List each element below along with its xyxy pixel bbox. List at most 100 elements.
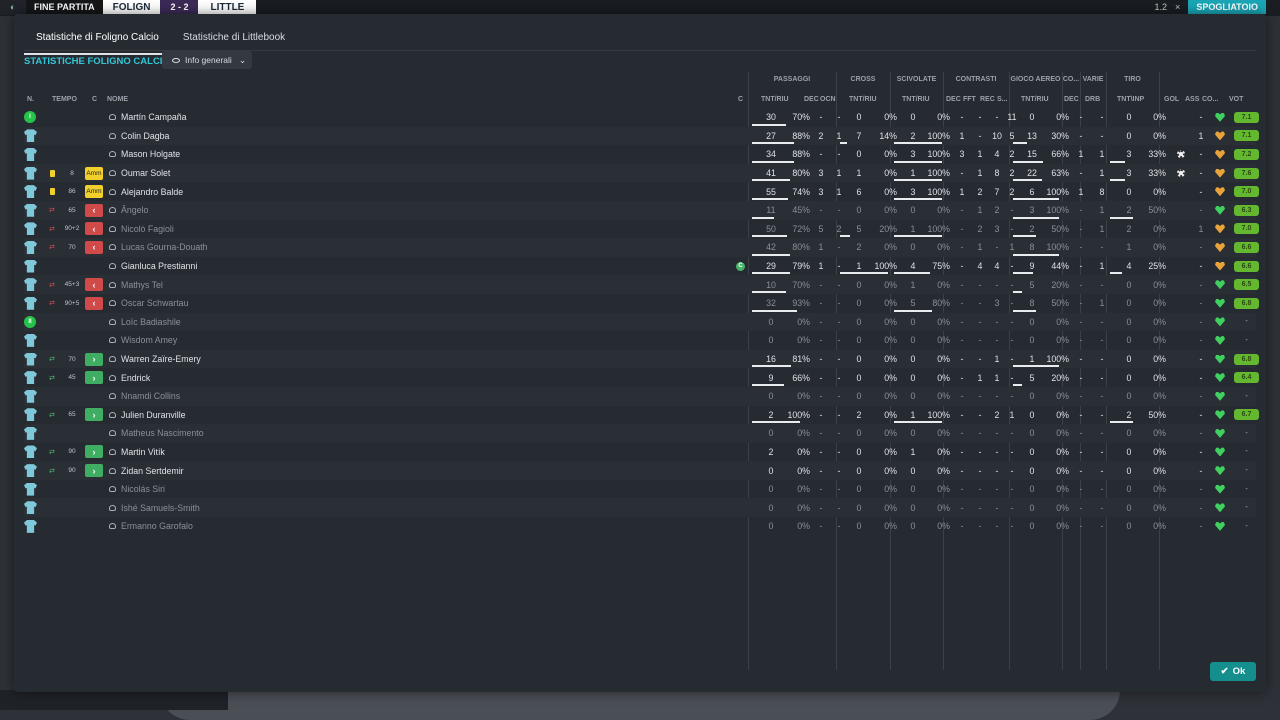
- table-row[interactable]: Matheus Nascimento 0 0% - -0 0% 0 0% - - - -0 0% - -0 0…: [24, 424, 1256, 443]
- player-name[interactable]: Martín Campaña: [121, 112, 187, 122]
- player-name[interactable]: Oumar Solet: [121, 168, 170, 178]
- table-row[interactable]: Colin Dagba 27 88% 2 1 7 14% 2 100% 1-10 5 13 30% - -0…: [24, 126, 1259, 146]
- dribbles: -: [1100, 428, 1104, 439]
- player-name[interactable]: Martin Vitík: [121, 447, 165, 457]
- player-name[interactable]: Zidan Sertdemir: [121, 466, 184, 476]
- player-name[interactable]: Mason Holgate: [121, 149, 180, 159]
- table-row[interactable]: ⇄ 65 ‹ Ângelo 11 45% - -0 0% 0 0% -1 2-3 100% -1 2 50% -6…: [24, 200, 1259, 220]
- player-name[interactable]: Ângelo: [121, 205, 148, 215]
- match-rating: -: [1245, 467, 1248, 475]
- table-row[interactable]: ⇄ 70 › Warren Zaïre-Emery 16 81% - -0 0% 0 0% - -1-1…: [24, 349, 1259, 369]
- minute-label: 90: [68, 467, 76, 475]
- ok-button[interactable]: ✔ Ok: [1210, 662, 1256, 681]
- dressing-room-button[interactable]: SPOGLIATOIO: [1188, 0, 1266, 14]
- col-vot[interactable]: VOT: [1229, 96, 1243, 103]
- table-row[interactable]: 8 Amm Oumar Solet 41 80% 3 1 1 0% 1 100% -1 8 2 22 63% -…: [24, 163, 1259, 183]
- player-name[interactable]: Loïc Badiashile: [121, 317, 181, 327]
- player-name[interactable]: Oscar Schwartau: [121, 298, 188, 308]
- dec-value: 3: [818, 168, 824, 179]
- player-name[interactable]: Ishé Samuels-Smith: [121, 503, 200, 513]
- table-row[interactable]: Nicolás Siri 0 0% - -0 0% 0 0% - - - -0 0% - -0 0% - -: [24, 480, 1256, 499]
- match-rating: 6.6: [1234, 260, 1259, 272]
- pass-bar: [752, 142, 795, 145]
- player-name[interactable]: Warren Zaïre-Emery: [121, 354, 201, 364]
- cross-pct: 0%: [884, 112, 897, 123]
- player-name[interactable]: Nicolò Fagioli: [121, 224, 174, 234]
- zoom-level[interactable]: 1.2: [1155, 2, 1168, 12]
- contrast-rec: 2: [994, 205, 1000, 216]
- col-rec[interactable]: REC: [980, 96, 995, 103]
- col-tiro-tnt[interactable]: TNT\INP: [1117, 96, 1144, 103]
- contrast-fft: 2: [977, 186, 983, 197]
- shots-bar: [1110, 272, 1122, 275]
- col-pass-tnt[interactable]: TNT/RIU: [761, 96, 789, 103]
- tackle-attempts: 0: [910, 484, 916, 495]
- col-captain[interactable]: C: [738, 96, 743, 103]
- col-fft[interactable]: FFT: [963, 96, 976, 103]
- table-row[interactable]: ⇄ 90+5 ‹ Oscar Schwartau 32 93% - -0 0% 5 80% - -3-8…: [24, 294, 1259, 313]
- player-name[interactable]: Gianluca Prestianni: [121, 261, 197, 271]
- close-icon[interactable]: ×: [1175, 2, 1180, 12]
- table-row[interactable]: Gianluca Prestianni C 29 79% 1-1 100% 4 75% -4 4-…: [24, 257, 1259, 276]
- table-row[interactable]: ⇄ 65 › Julien Duranville 2 100% - -2 0% 1 100% - -2 1…: [24, 406, 1259, 425]
- cross-pct: 0%: [884, 186, 897, 197]
- table-row[interactable]: Ermanno Garofalo 0 0% - -0 0% 0 0% - - - -0 0% - -0 0% -…: [24, 517, 1256, 536]
- col-co-dec[interactable]: DEC: [1064, 96, 1079, 103]
- player-name[interactable]: Nicolás Siri: [121, 484, 165, 494]
- col-ass[interactable]: ASS: [1185, 96, 1199, 103]
- col-nome[interactable]: NOME: [107, 96, 128, 103]
- heart-icon: [1215, 503, 1225, 513]
- view-dropdown-label: Info generali: [185, 55, 232, 65]
- table-row[interactable]: Wisdom Amey 0 0% - -0 0% 0 0% - - - -0 0% - -0 0% - -: [24, 331, 1256, 350]
- col-tempo[interactable]: TEMPO: [52, 96, 77, 103]
- player-name[interactable]: Endrick: [121, 373, 150, 383]
- col-condition[interactable]: CO...: [1202, 96, 1218, 103]
- table-row[interactable]: 86 Amm Alejandro Balde 55 74% 3 1 6 0% 3 100% 1 2 7 2 6…: [24, 182, 1259, 201]
- table-row[interactable]: Mason Holgate 34 88% - -0 0% 3 100% 3 1 4 2 15 66% 1 1 3…: [24, 145, 1259, 164]
- table-row[interactable]: II Loïc Badiashile 0 0% - -0 0% 0 0% - - - -0 0% - -0 0%…: [24, 312, 1256, 332]
- player-name[interactable]: Alejandro Balde: [121, 187, 183, 197]
- table-row[interactable]: ⇄ 45 › Endrick 9 66% - -0 0% 0 0% -1 1-5 20% - -0 0% -6.4: [24, 368, 1259, 387]
- player-name[interactable]: Julien Duranville: [121, 410, 186, 420]
- col-drb[interactable]: DRB: [1085, 96, 1100, 103]
- player-name[interactable]: Wisdom Amey: [121, 335, 177, 345]
- col-c-dec[interactable]: DEC: [946, 96, 961, 103]
- table-row[interactable]: I Martín Campaña 30 70% - -0 0% 0 0% - - -11 0 0% - -0 0…: [24, 108, 1259, 127]
- col-s[interactable]: S...: [997, 96, 1008, 103]
- col-n[interactable]: N.: [27, 96, 34, 103]
- pass-bar: [752, 253, 791, 256]
- player-name[interactable]: Colin Dagba: [121, 131, 169, 141]
- contrast-dec: -: [960, 391, 964, 402]
- player-name[interactable]: Ermanno Garofalo: [121, 521, 193, 531]
- ocn-value: -: [837, 298, 841, 309]
- assists: -: [1199, 521, 1203, 532]
- tackle-pct: 0%: [937, 465, 950, 476]
- table-row[interactable]: ⇄ 45+3 ‹ Mathys Tel 10 70% - -0 0% 1 0% - - - -5 20% - -0…: [24, 275, 1259, 294]
- table-row[interactable]: Ishé Samuels-Smith 0 0% - -0 0% 0 0% - - - -0 0% - -0 0…: [24, 498, 1256, 518]
- table-row[interactable]: ⇄ 90 › Martin Vitík 2 0% - -0 0% 1 0% - - - -0 0% - -0 0% -…: [24, 443, 1256, 462]
- tackle-pct: 0%: [937, 335, 950, 346]
- co-dec: -: [1079, 261, 1083, 272]
- dribbles: -: [1100, 335, 1104, 346]
- table-row[interactable]: ⇄ 90 › Zidan Sertdemir 0 0% - -0 0% 0 0% - - - -0 0% - -0…: [24, 461, 1256, 480]
- player-name[interactable]: Nnamdi Collins: [121, 391, 180, 401]
- col-dec[interactable]: DEC: [804, 96, 819, 103]
- col-aer-tnt[interactable]: TNT/RIU: [1021, 96, 1049, 103]
- table-row[interactable]: ⇄ 90+2 ‹ Nicolò Fagioli 50 72% 5 2 5 20% 1 100% -2 3-…: [24, 220, 1259, 239]
- col-ocn[interactable]: OCN: [820, 96, 836, 103]
- table-row[interactable]: ⇄ 70 ‹ Lucas Gourna-Douath 42 80% 1-2 0% 0 0% -1-1…: [24, 238, 1259, 257]
- col-gol[interactable]: GOL: [1164, 96, 1179, 103]
- player-name[interactable]: Mathys Tel: [121, 280, 163, 290]
- view-dropdown[interactable]: Info generali ⌄: [162, 51, 252, 69]
- table-row[interactable]: Nnamdi Collins 0 0% - -0 0% 0 0% - - - -0 0% - -0 0% - -: [24, 386, 1256, 406]
- heart-icon: [1215, 335, 1225, 345]
- player-name[interactable]: Matheus Nascimento: [121, 428, 204, 438]
- col-cross-tnt[interactable]: TNT/RIU: [849, 96, 877, 103]
- heart-icon: [1215, 466, 1225, 476]
- cross-attempts: 0: [856, 112, 862, 123]
- player-name[interactable]: Lucas Gourna-Douath: [121, 242, 208, 252]
- col-c[interactable]: C: [92, 96, 97, 103]
- contrast-fft: 1: [977, 168, 983, 179]
- col-sciv-tnt[interactable]: TNT/RIU: [902, 96, 930, 103]
- cross-pct: 0%: [884, 446, 897, 457]
